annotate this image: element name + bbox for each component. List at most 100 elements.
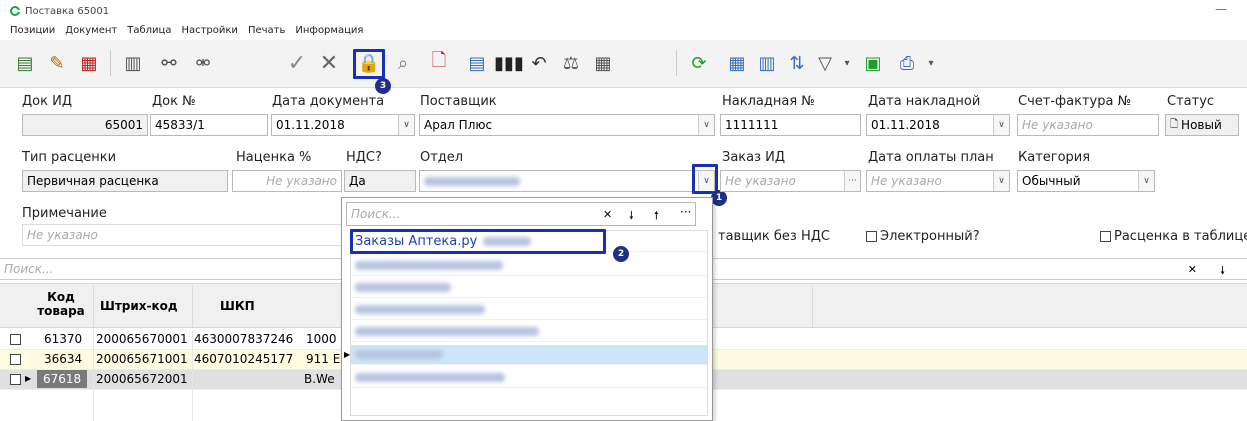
chevron-down-icon[interactable]: ∨ [993,115,1009,135]
note-field[interactable]: Не указано [22,224,342,246]
sort-icon[interactable]: ⇅ [784,50,810,76]
chevron-down-icon[interactable]: ∨ [993,171,1009,191]
row-checkbox[interactable] [10,374,21,385]
list-item-selected[interactable] [351,345,707,365]
supplier-no-vat-label: тавщик без НДС [718,229,830,244]
excel-icon[interactable]: ▣ [860,50,886,76]
popup-search-placeholder: Поиск... [351,207,401,221]
list-item[interactable] [351,368,707,388]
row-checkbox[interactable] [10,334,21,345]
doc-date-field[interactable]: 01.11.2018 [271,114,415,136]
pay-date-label: Дата оплаты план [868,150,994,165]
cell-shkp: 4607010245177 [194,352,294,366]
list-item[interactable] [351,300,707,320]
remove-file-icon[interactable]: 🗋 [426,50,452,76]
grid-settings-icon[interactable]: ▦ [724,50,750,76]
popup-clear-icon[interactable]: ✕ [603,208,612,221]
list-item-blurred [355,305,485,314]
arrow-down-icon[interactable]: 🠗 [1220,262,1225,281]
link-icon[interactable]: ⚯ [156,50,182,76]
columns-icon[interactable]: ▥ [754,50,780,76]
list-item[interactable] [351,322,707,342]
confirm-icon[interactable]: ✓ [284,50,310,76]
popup-arrow-down-icon[interactable]: 🠗 [629,207,634,226]
invoice-date-label: Дата накладной [868,94,981,109]
chevron-down-icon[interactable]: ∨ [398,115,414,135]
pay-date-field[interactable]: Не указано [866,170,1010,192]
pricing-in-table-checkbox[interactable]: Расценка в таблице [1100,229,1247,244]
cell-code: 61370 [44,332,83,346]
row-pointer-icon: ▶ [25,374,32,383]
invoice-fact-placeholder: Не указано [1022,118,1093,132]
menu-table[interactable]: Таблица [127,25,171,36]
menu-document[interactable]: Документ [65,25,117,36]
edit-icon[interactable]: ✎ [44,50,70,76]
menu-info[interactable]: Информация [295,25,363,36]
window-title: Поставка 65001 [25,5,110,17]
table-icon[interactable]: ▥ [120,50,146,76]
order-id-label: Заказ ИД [722,150,786,165]
doc-no-field[interactable]: 45833/1 [150,114,268,136]
pricing-type-field: Первичная расценка [22,170,228,192]
print-icon[interactable]: ⎙ [894,50,920,76]
markup-field[interactable]: Не указано [232,170,342,192]
col-header-shkp[interactable]: ШКП [220,299,255,313]
col-header-code[interactable]: Код товара [34,290,88,318]
document-icon: 🗋 [1170,118,1179,130]
barcode-icon[interactable]: ▮▮▮ [494,50,524,76]
electronic-checkbox[interactable]: Электронный? [866,229,980,244]
print-dropdown-icon[interactable]: ▾ [918,50,944,76]
electronic-check-box[interactable] [866,231,877,242]
list-item[interactable] [351,278,707,298]
pricing-in-table-check-box[interactable] [1100,231,1111,242]
list-item[interactable] [351,256,707,276]
row-checkbox[interactable] [10,354,21,365]
invoice-no-label: Накладная № [722,94,815,109]
undo-icon[interactable]: ↶ [526,50,552,76]
list-item-blurred [355,283,451,292]
popup-more-icon[interactable]: ··· [680,205,691,219]
vat-field[interactable]: Да [344,170,416,192]
pricing-type-label: Тип расценки [22,150,117,165]
unlink-icon[interactable]: ⚮ [190,50,216,76]
filter-dropdown-icon[interactable]: ▾ [834,50,860,76]
order-id-field[interactable]: Не указано [720,170,861,192]
popup-search-input[interactable]: Поиск... [346,202,696,226]
add-doc-icon[interactable]: ▤ [12,50,38,76]
invoice-date-field[interactable]: 01.11.2018 [866,114,1010,136]
doc-list-icon[interactable]: ▤ [464,50,490,76]
minimize-button[interactable]: — [1215,2,1227,16]
invoice-no-field[interactable]: 1111111 [720,114,861,136]
chevron-down-icon[interactable]: ∨ [1138,171,1154,191]
calc-icon[interactable]: ▦ [590,50,616,76]
vat-label: НДС? [346,150,382,165]
menu-settings[interactable]: Настройки [181,25,237,36]
category-label: Категория [1018,150,1091,165]
invoice-fact-field[interactable]: Не указано [1017,114,1159,136]
scales-icon[interactable]: ⚖ [558,50,584,76]
category-field[interactable]: Обычный [1017,170,1155,192]
search-doc-icon[interactable]: ⌕ [390,50,416,76]
chevron-down-icon[interactable]: ∨ [698,115,714,135]
highlight-department-dropdown [692,164,718,194]
cancel-icon[interactable]: ✕ [316,50,342,76]
department-value-blurred [424,176,520,186]
cell-code: 36634 [44,352,83,366]
menu-print[interactable]: Печать [248,25,285,36]
invoice-fact-label: Счет-фактура № [1018,94,1132,109]
highlight-lock [353,49,385,79]
delete-doc-icon[interactable]: ▦ [76,50,102,76]
clear-search-icon[interactable]: ✕ [1188,263,1197,276]
department-label: Отдел [420,150,464,165]
note-label: Примечание [22,206,107,221]
supplier-field[interactable]: Арал Плюс [419,114,715,136]
ellipsis-icon[interactable]: ··· [844,171,860,191]
refresh-icon[interactable]: ⟳ [686,50,712,76]
menu-positions[interactable]: Позиции [10,25,55,36]
col-header-barcode[interactable]: Штрих-код [100,299,178,313]
category-value: Обычный [1022,174,1081,188]
popup-arrow-up-icon[interactable]: 🠕 [654,207,659,226]
department-field[interactable] [419,170,715,192]
cell-extra: 1000 [306,332,337,346]
doc-date-label: Дата документа [272,94,385,109]
